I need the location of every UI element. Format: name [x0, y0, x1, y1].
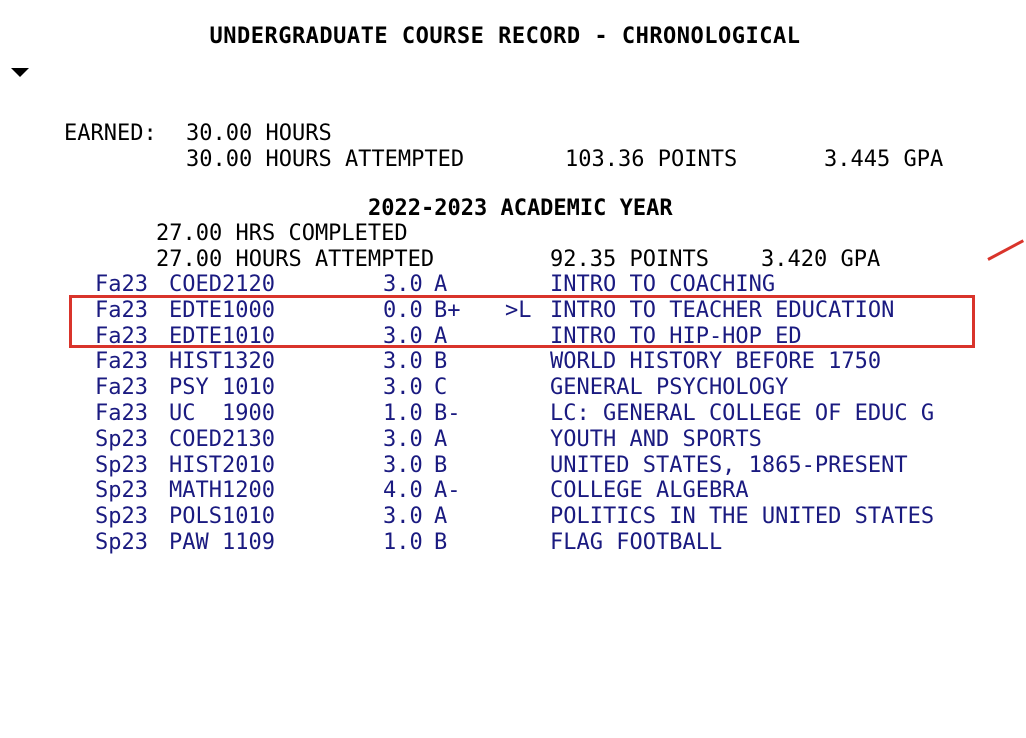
course-title: YOUTH AND SPORTS: [550, 426, 762, 452]
course-term: Fa23: [95, 400, 148, 426]
course-hours: 1.0: [383, 529, 423, 555]
course-term: Sp23: [95, 504, 148, 530]
course-row: Fa23 PSY 1010 3.0 C GENERAL PSYCHOLOGY: [95, 375, 1015, 401]
course-record-page: UNDERGRADUATE COURSE RECORD - CHRONOLOGI…: [0, 0, 1026, 559]
course-hours: 3.0: [383, 452, 423, 478]
year-attempted: 27.00 HOURS ATTEMPTED: [156, 247, 435, 272]
summary-gpa: 3.445 GPA: [824, 147, 944, 172]
course-grade: C: [434, 375, 448, 401]
course-row: Sp23 POLS1010 3.0 A POLITICS IN THE UNIT…: [95, 504, 1015, 530]
academic-year-title: 2022-2023 ACADEMIC YEAR: [368, 196, 673, 221]
year-gpa: 3.420 GPA: [761, 247, 881, 272]
course-code: POLS1010: [169, 504, 275, 530]
course-term: Sp23: [95, 529, 148, 555]
course-term: Fa23: [95, 349, 148, 375]
course-title: LC: GENERAL COLLEGE OF EDUC G: [550, 400, 935, 426]
course-row: Sp23 PAW 1109 1.0 B FLAG FOOTBALL: [95, 530, 1015, 556]
course-grade: A-: [434, 478, 461, 504]
summary-points: 103.36 POINTS: [565, 147, 738, 172]
course-code: HIST2010: [169, 452, 275, 478]
page-title: UNDERGRADUATE COURSE RECORD - CHRONOLOGI…: [209, 24, 801, 49]
course-code: PAW 1109: [169, 529, 275, 555]
course-grade: B: [434, 529, 448, 555]
course-code: HIST1320: [169, 349, 275, 375]
highlight-annotation-box: [69, 295, 975, 348]
course-hours: 3.0: [383, 426, 423, 452]
course-title: WORLD HISTORY BEFORE 1750: [550, 349, 882, 375]
dropdown-caret-icon[interactable]: [11, 68, 29, 77]
course-code: UC 1900: [169, 400, 275, 426]
course-row: Fa23 HIST1320 3.0 B WORLD HISTORY BEFORE…: [95, 349, 1015, 375]
course-grade: A: [434, 426, 448, 452]
course-hours: 3.0: [383, 375, 423, 401]
annotation-pointer-line: [987, 239, 1025, 261]
earned-label: EARNED:: [64, 121, 157, 146]
course-grade: A: [434, 504, 448, 530]
course-title: FLAG FOOTBALL: [550, 529, 723, 555]
course-term: Sp23: [95, 426, 148, 452]
course-code: COED2130: [169, 426, 275, 452]
year-completed: 27.00 HRS COMPLETED: [156, 221, 408, 246]
course-grade: B: [434, 452, 448, 478]
course-hours: 4.0: [383, 478, 423, 504]
course-row: Fa23 UC 1900 1.0 B- LC: GENERAL COLLEGE …: [95, 401, 1015, 427]
course-code: PSY 1010: [169, 375, 275, 401]
course-title: GENERAL PSYCHOLOGY: [550, 375, 789, 401]
year-points: 92.35 POINTS: [550, 247, 709, 272]
course-title: UNITED STATES, 1865-PRESENT: [550, 452, 908, 478]
course-row: Sp23 HIST2010 3.0 B UNITED STATES, 1865-…: [95, 453, 1015, 479]
course-hours: 3.0: [383, 349, 423, 375]
course-row: Fa23 COED2120 3.0 A INTRO TO COACHING: [95, 272, 1015, 298]
course-term: Fa23: [95, 375, 148, 401]
course-hours: 1.0: [383, 400, 423, 426]
course-grade: B: [434, 349, 448, 375]
course-term: Sp23: [95, 478, 148, 504]
course-row: Sp23 COED2130 3.0 A YOUTH AND SPORTS: [95, 427, 1015, 453]
earned-hours: 30.00 HOURS: [186, 121, 332, 146]
course-hours: 3.0: [383, 504, 423, 530]
summary-attempted: 30.00 HOURS ATTEMPTED: [186, 147, 465, 172]
course-title: POLITICS IN THE UNITED STATES: [550, 504, 935, 530]
course-grade: B-: [434, 400, 461, 426]
course-code: MATH1200: [169, 478, 275, 504]
course-term: Sp23: [95, 452, 148, 478]
course-title: COLLEGE ALGEBRA: [550, 478, 749, 504]
course-row: Sp23 MATH1200 4.0 A- COLLEGE ALGEBRA: [95, 478, 1015, 504]
